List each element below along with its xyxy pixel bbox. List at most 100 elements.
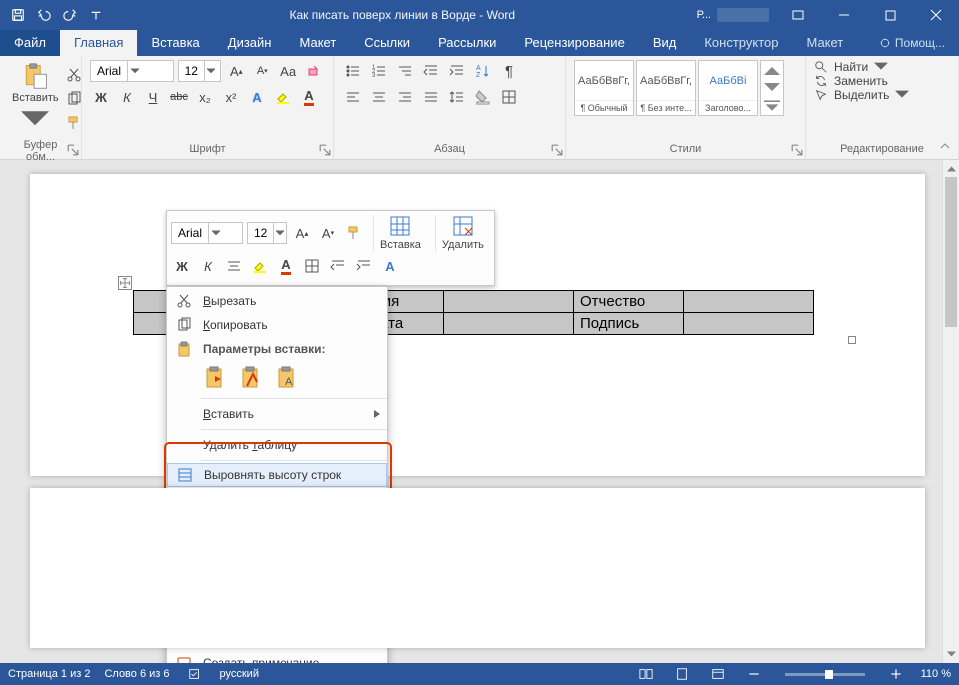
tab-references[interactable]: Ссылки: [350, 30, 424, 56]
borders-icon[interactable]: [498, 86, 520, 108]
tab-insert[interactable]: Вставка: [137, 30, 213, 56]
view-print-icon[interactable]: [671, 667, 693, 681]
underline-button[interactable]: Ч: [142, 86, 164, 108]
zoom-thumb[interactable]: [825, 670, 833, 679]
mini-font-color-icon[interactable]: A: [275, 255, 297, 277]
bullets-icon[interactable]: [342, 60, 364, 82]
chevron-down-icon[interactable]: [273, 223, 286, 243]
menu-delete-table[interactable]: Удалить таблицу: [167, 433, 387, 457]
align-right-icon[interactable]: [394, 86, 416, 108]
select-button[interactable]: Выделить: [814, 88, 950, 102]
style-normal[interactable]: АаБбВвГг,¶ Обычный: [574, 60, 634, 116]
clipboard-launcher-icon[interactable]: [67, 143, 79, 155]
para-launcher-icon[interactable]: [551, 143, 563, 155]
table-cell[interactable]: [684, 313, 814, 335]
strike-button[interactable]: abc: [168, 86, 190, 108]
vertical-scrollbar[interactable]: [942, 160, 959, 663]
superscript-button[interactable]: x²: [220, 86, 242, 108]
tab-design[interactable]: Дизайн: [214, 30, 286, 56]
highlight-icon[interactable]: [272, 86, 294, 108]
numbering-icon[interactable]: 123: [368, 60, 390, 82]
mini-borders-icon[interactable]: [301, 255, 323, 277]
tab-home[interactable]: Главная: [60, 30, 137, 56]
paste-merge-icon[interactable]: [239, 364, 265, 392]
menu-copy[interactable]: Копировать: [167, 313, 387, 337]
collapse-ribbon-icon[interactable]: [935, 136, 955, 156]
chevron-down-icon[interactable]: [204, 61, 218, 81]
replace-button[interactable]: Заменить: [814, 74, 950, 88]
paste-text-only-icon[interactable]: A: [275, 364, 301, 392]
indent-increase-icon[interactable]: [446, 60, 468, 82]
user-box[interactable]: Р...: [691, 8, 775, 22]
mini-font-combo[interactable]: Arial: [171, 222, 243, 244]
scroll-thumb[interactable]: [945, 177, 957, 327]
status-words[interactable]: Слово 6 из 6: [104, 668, 169, 680]
mini-italic[interactable]: К: [197, 255, 219, 277]
qat-customize-icon[interactable]: [84, 3, 108, 27]
clear-format-icon[interactable]: [303, 60, 325, 82]
tab-table-layout[interactable]: Макет: [792, 30, 857, 56]
tab-review[interactable]: Рецензирование: [510, 30, 638, 56]
table-move-handle-icon[interactable]: [118, 276, 132, 290]
status-language[interactable]: русский: [220, 668, 259, 680]
table-cell[interactable]: [444, 313, 574, 335]
subscript-button[interactable]: x₂: [194, 86, 216, 108]
tell-me[interactable]: Помощ...: [865, 30, 959, 56]
zoom-in-icon[interactable]: [885, 667, 907, 681]
font-size-combo[interactable]: 12: [178, 60, 222, 82]
status-page[interactable]: Страница 1 из 2: [8, 668, 90, 680]
find-button[interactable]: Найти: [814, 60, 950, 74]
scroll-up-icon[interactable]: [943, 160, 959, 177]
scroll-down-icon[interactable]: [943, 646, 959, 663]
font-family-combo[interactable]: Arial: [90, 60, 174, 82]
sort-icon[interactable]: AZ: [472, 60, 494, 82]
menu-cut[interactable]: ВВырезатьырезать: [167, 289, 387, 313]
mini-styles-icon[interactable]: A: [379, 255, 401, 277]
maximize-icon[interactable]: [867, 0, 913, 30]
show-marks-icon[interactable]: ¶: [498, 60, 520, 82]
page-2[interactable]: [30, 488, 925, 648]
spellcheck-icon[interactable]: [184, 667, 206, 681]
mini-grow-font-icon[interactable]: A▴: [291, 222, 313, 244]
paste-keep-source-icon[interactable]: [203, 364, 229, 392]
tab-table-design[interactable]: Конструктор: [690, 30, 792, 56]
shrink-font-icon[interactable]: A▾: [251, 60, 273, 82]
styles-launcher-icon[interactable]: [791, 143, 803, 155]
tab-view[interactable]: Вид: [639, 30, 691, 56]
menu-distribute-rows[interactable]: Выровнять высоту строк: [167, 463, 387, 487]
page-1[interactable]: Имя Отчество Дата Подпись Arial 12 A▴ A▾…: [30, 174, 925, 476]
save-icon[interactable]: [6, 3, 30, 27]
align-left-icon[interactable]: [342, 86, 364, 108]
table-cell[interactable]: Отчество: [574, 291, 684, 313]
change-case-icon[interactable]: Aa: [277, 60, 299, 82]
view-web-icon[interactable]: [707, 667, 729, 681]
bold-button[interactable]: Ж: [90, 86, 112, 108]
line-spacing-icon[interactable]: [446, 86, 468, 108]
menu-new-comment[interactable]: Создать примечание: [167, 651, 387, 663]
redo-icon[interactable]: [58, 3, 82, 27]
justify-icon[interactable]: [420, 86, 442, 108]
zoom-out-icon[interactable]: [743, 667, 765, 681]
zoom-value[interactable]: 110 %: [921, 668, 951, 680]
font-launcher-icon[interactable]: [319, 143, 331, 155]
zoom-slider[interactable]: [785, 673, 865, 676]
menu-paste-sub[interactable]: Вставить: [167, 402, 387, 426]
close-icon[interactable]: [913, 0, 959, 30]
mini-bold[interactable]: Ж: [171, 255, 193, 277]
mini-align-icon[interactable]: [223, 255, 245, 277]
grow-font-icon[interactable]: A▴: [225, 60, 247, 82]
mini-delete-button[interactable]: Удалить: [435, 215, 490, 251]
table-resize-handle-icon[interactable]: [848, 336, 856, 344]
mini-shrink-font-icon[interactable]: A▾: [317, 222, 339, 244]
font-color-icon[interactable]: A: [298, 86, 320, 108]
tab-file[interactable]: Файл: [0, 30, 60, 56]
mini-indent-inc-icon[interactable]: [353, 255, 375, 277]
mini-highlight-icon[interactable]: [249, 255, 271, 277]
table-cell[interactable]: [444, 291, 574, 313]
tab-mailings[interactable]: Рассылки: [424, 30, 510, 56]
styles-scroll-down-icon[interactable]: [761, 79, 783, 97]
text-effects-icon[interactable]: A: [246, 86, 268, 108]
mini-format-painter-icon[interactable]: [343, 222, 365, 244]
shading-icon[interactable]: [472, 86, 494, 108]
scroll-track[interactable]: [943, 177, 959, 646]
